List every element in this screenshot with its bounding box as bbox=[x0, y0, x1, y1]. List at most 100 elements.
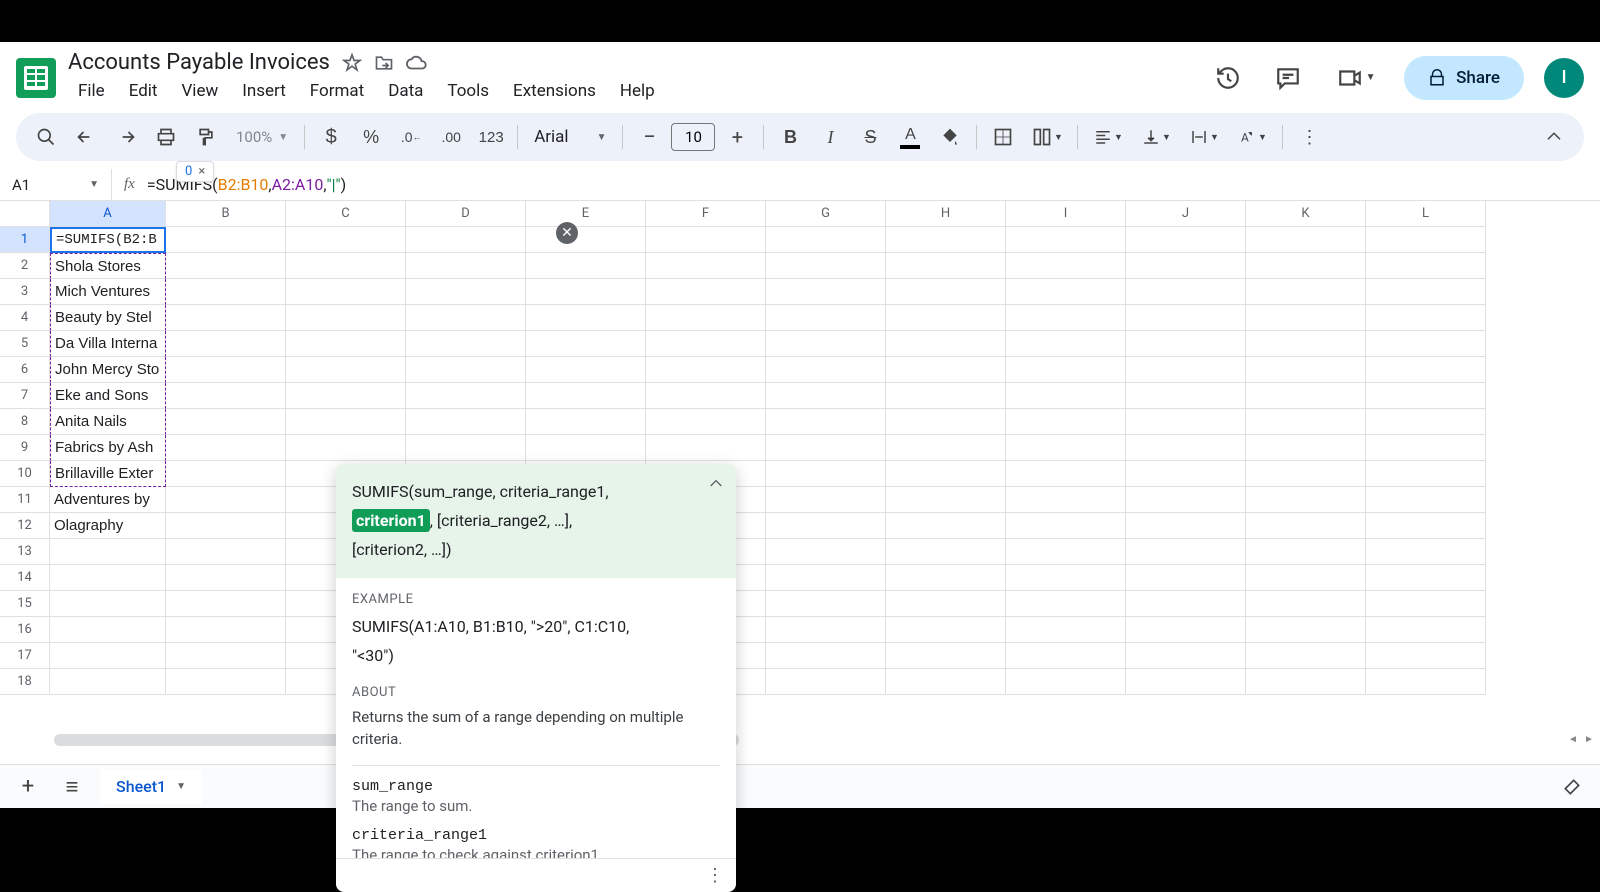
cell[interactable] bbox=[1366, 643, 1486, 669]
cell[interactable]: Anita Nails bbox=[50, 409, 166, 435]
cell[interactable] bbox=[1126, 513, 1246, 539]
move-icon[interactable] bbox=[374, 53, 394, 73]
cell[interactable] bbox=[1006, 279, 1126, 305]
helper-more-icon[interactable]: ⋮ bbox=[706, 865, 724, 886]
row-header[interactable]: 1 bbox=[0, 227, 50, 253]
cell[interactable] bbox=[406, 383, 526, 409]
cell[interactable] bbox=[1126, 539, 1246, 565]
halign-icon[interactable]: ▼ bbox=[1086, 119, 1130, 155]
cell[interactable] bbox=[1006, 461, 1126, 487]
cell[interactable] bbox=[1366, 279, 1486, 305]
column-header[interactable]: A bbox=[50, 201, 166, 227]
cell[interactable] bbox=[286, 279, 406, 305]
undo-icon[interactable] bbox=[68, 119, 104, 155]
cell[interactable] bbox=[1006, 357, 1126, 383]
cell[interactable] bbox=[1006, 305, 1126, 331]
cell[interactable] bbox=[766, 461, 886, 487]
cell[interactable] bbox=[766, 305, 886, 331]
cell[interactable] bbox=[1366, 539, 1486, 565]
cell[interactable]: Olagraphy bbox=[50, 513, 166, 539]
cell[interactable] bbox=[1366, 591, 1486, 617]
account-avatar[interactable]: I bbox=[1544, 58, 1584, 98]
cell[interactable] bbox=[166, 383, 286, 409]
currency-icon[interactable]: $ bbox=[313, 119, 349, 155]
menu-format[interactable]: Format bbox=[300, 77, 374, 105]
cell[interactable] bbox=[1246, 357, 1366, 383]
cell[interactable] bbox=[526, 227, 646, 253]
cell[interactable] bbox=[886, 565, 1006, 591]
cell[interactable] bbox=[166, 617, 286, 643]
formula-bar[interactable]: =SUMIFS(B2:B10, A2:A10, "|") bbox=[147, 175, 1600, 194]
row-header[interactable]: 15 bbox=[0, 591, 50, 617]
cell[interactable] bbox=[1246, 383, 1366, 409]
row-header[interactable]: 16 bbox=[0, 617, 50, 643]
menu-view[interactable]: View bbox=[171, 77, 228, 105]
horizontal-scrollbar[interactable] bbox=[54, 734, 1576, 746]
cell[interactable] bbox=[1246, 331, 1366, 357]
cell[interactable] bbox=[766, 487, 886, 513]
cell[interactable]: John Mercy Sto bbox=[50, 357, 166, 383]
cell[interactable] bbox=[1126, 591, 1246, 617]
cell[interactable] bbox=[1366, 305, 1486, 331]
cell[interactable] bbox=[166, 227, 286, 253]
cell[interactable] bbox=[886, 279, 1006, 305]
cell[interactable]: Beauty by Stel bbox=[50, 305, 166, 331]
cell[interactable] bbox=[166, 539, 286, 565]
cell[interactable] bbox=[886, 591, 1006, 617]
cell[interactable] bbox=[1006, 669, 1126, 695]
cell[interactable] bbox=[406, 227, 526, 253]
cell[interactable] bbox=[1246, 253, 1366, 279]
cell[interactable] bbox=[1246, 409, 1366, 435]
column-header[interactable]: F bbox=[646, 201, 766, 227]
decrease-font-icon[interactable]: − bbox=[631, 119, 667, 155]
cell[interactable] bbox=[1246, 591, 1366, 617]
increase-font-icon[interactable]: + bbox=[719, 119, 755, 155]
cell[interactable] bbox=[406, 279, 526, 305]
zoom-select[interactable]: 100%▼ bbox=[228, 128, 296, 146]
collapse-helper-icon[interactable] bbox=[708, 476, 724, 492]
cell[interactable] bbox=[286, 383, 406, 409]
cell[interactable]: Mich Ventures bbox=[50, 279, 166, 305]
sheet-tab-sheet1[interactable]: Sheet1 ▼ bbox=[100, 769, 202, 804]
cell[interactable] bbox=[406, 409, 526, 435]
spreadsheet-grid[interactable]: ABCDEFGHIJKL 123456789101112131415161718… bbox=[0, 201, 1600, 764]
cell[interactable] bbox=[1366, 461, 1486, 487]
cell[interactable]: Brillaville Exter bbox=[50, 461, 166, 487]
cell[interactable] bbox=[1126, 383, 1246, 409]
cell[interactable] bbox=[646, 253, 766, 279]
cell[interactable] bbox=[886, 513, 1006, 539]
cell[interactable] bbox=[1246, 305, 1366, 331]
cell[interactable] bbox=[886, 227, 1006, 253]
cell[interactable] bbox=[526, 279, 646, 305]
redo-icon[interactable] bbox=[108, 119, 144, 155]
cell[interactable] bbox=[1366, 227, 1486, 253]
cell[interactable] bbox=[1366, 669, 1486, 695]
cell[interactable] bbox=[886, 487, 1006, 513]
document-title[interactable]: Accounts Payable Invoices bbox=[68, 50, 330, 75]
cell[interactable] bbox=[1006, 539, 1126, 565]
column-header[interactable]: E bbox=[526, 201, 646, 227]
merge-icon[interactable]: ▼ bbox=[1025, 119, 1069, 155]
cell[interactable] bbox=[766, 643, 886, 669]
cell[interactable] bbox=[766, 435, 886, 461]
italic-icon[interactable]: I bbox=[812, 119, 848, 155]
row-header[interactable]: 12 bbox=[0, 513, 50, 539]
cell[interactable] bbox=[766, 383, 886, 409]
menu-tools[interactable]: Tools bbox=[437, 77, 499, 105]
cell[interactable] bbox=[50, 539, 166, 565]
cell[interactable] bbox=[1246, 227, 1366, 253]
cell[interactable] bbox=[886, 383, 1006, 409]
cell[interactable] bbox=[166, 487, 286, 513]
cell[interactable] bbox=[166, 669, 286, 695]
row-header[interactable]: 9 bbox=[0, 435, 50, 461]
cell[interactable]: Shola Stores bbox=[50, 253, 166, 279]
cell[interactable] bbox=[1246, 487, 1366, 513]
cell[interactable] bbox=[1126, 227, 1246, 253]
cell[interactable] bbox=[406, 357, 526, 383]
cell[interactable] bbox=[1126, 409, 1246, 435]
row-header[interactable]: 18 bbox=[0, 669, 50, 695]
explore-button[interactable] bbox=[1556, 771, 1588, 803]
menu-extensions[interactable]: Extensions bbox=[503, 77, 606, 105]
cell[interactable] bbox=[286, 435, 406, 461]
menu-edit[interactable]: Edit bbox=[119, 77, 168, 105]
